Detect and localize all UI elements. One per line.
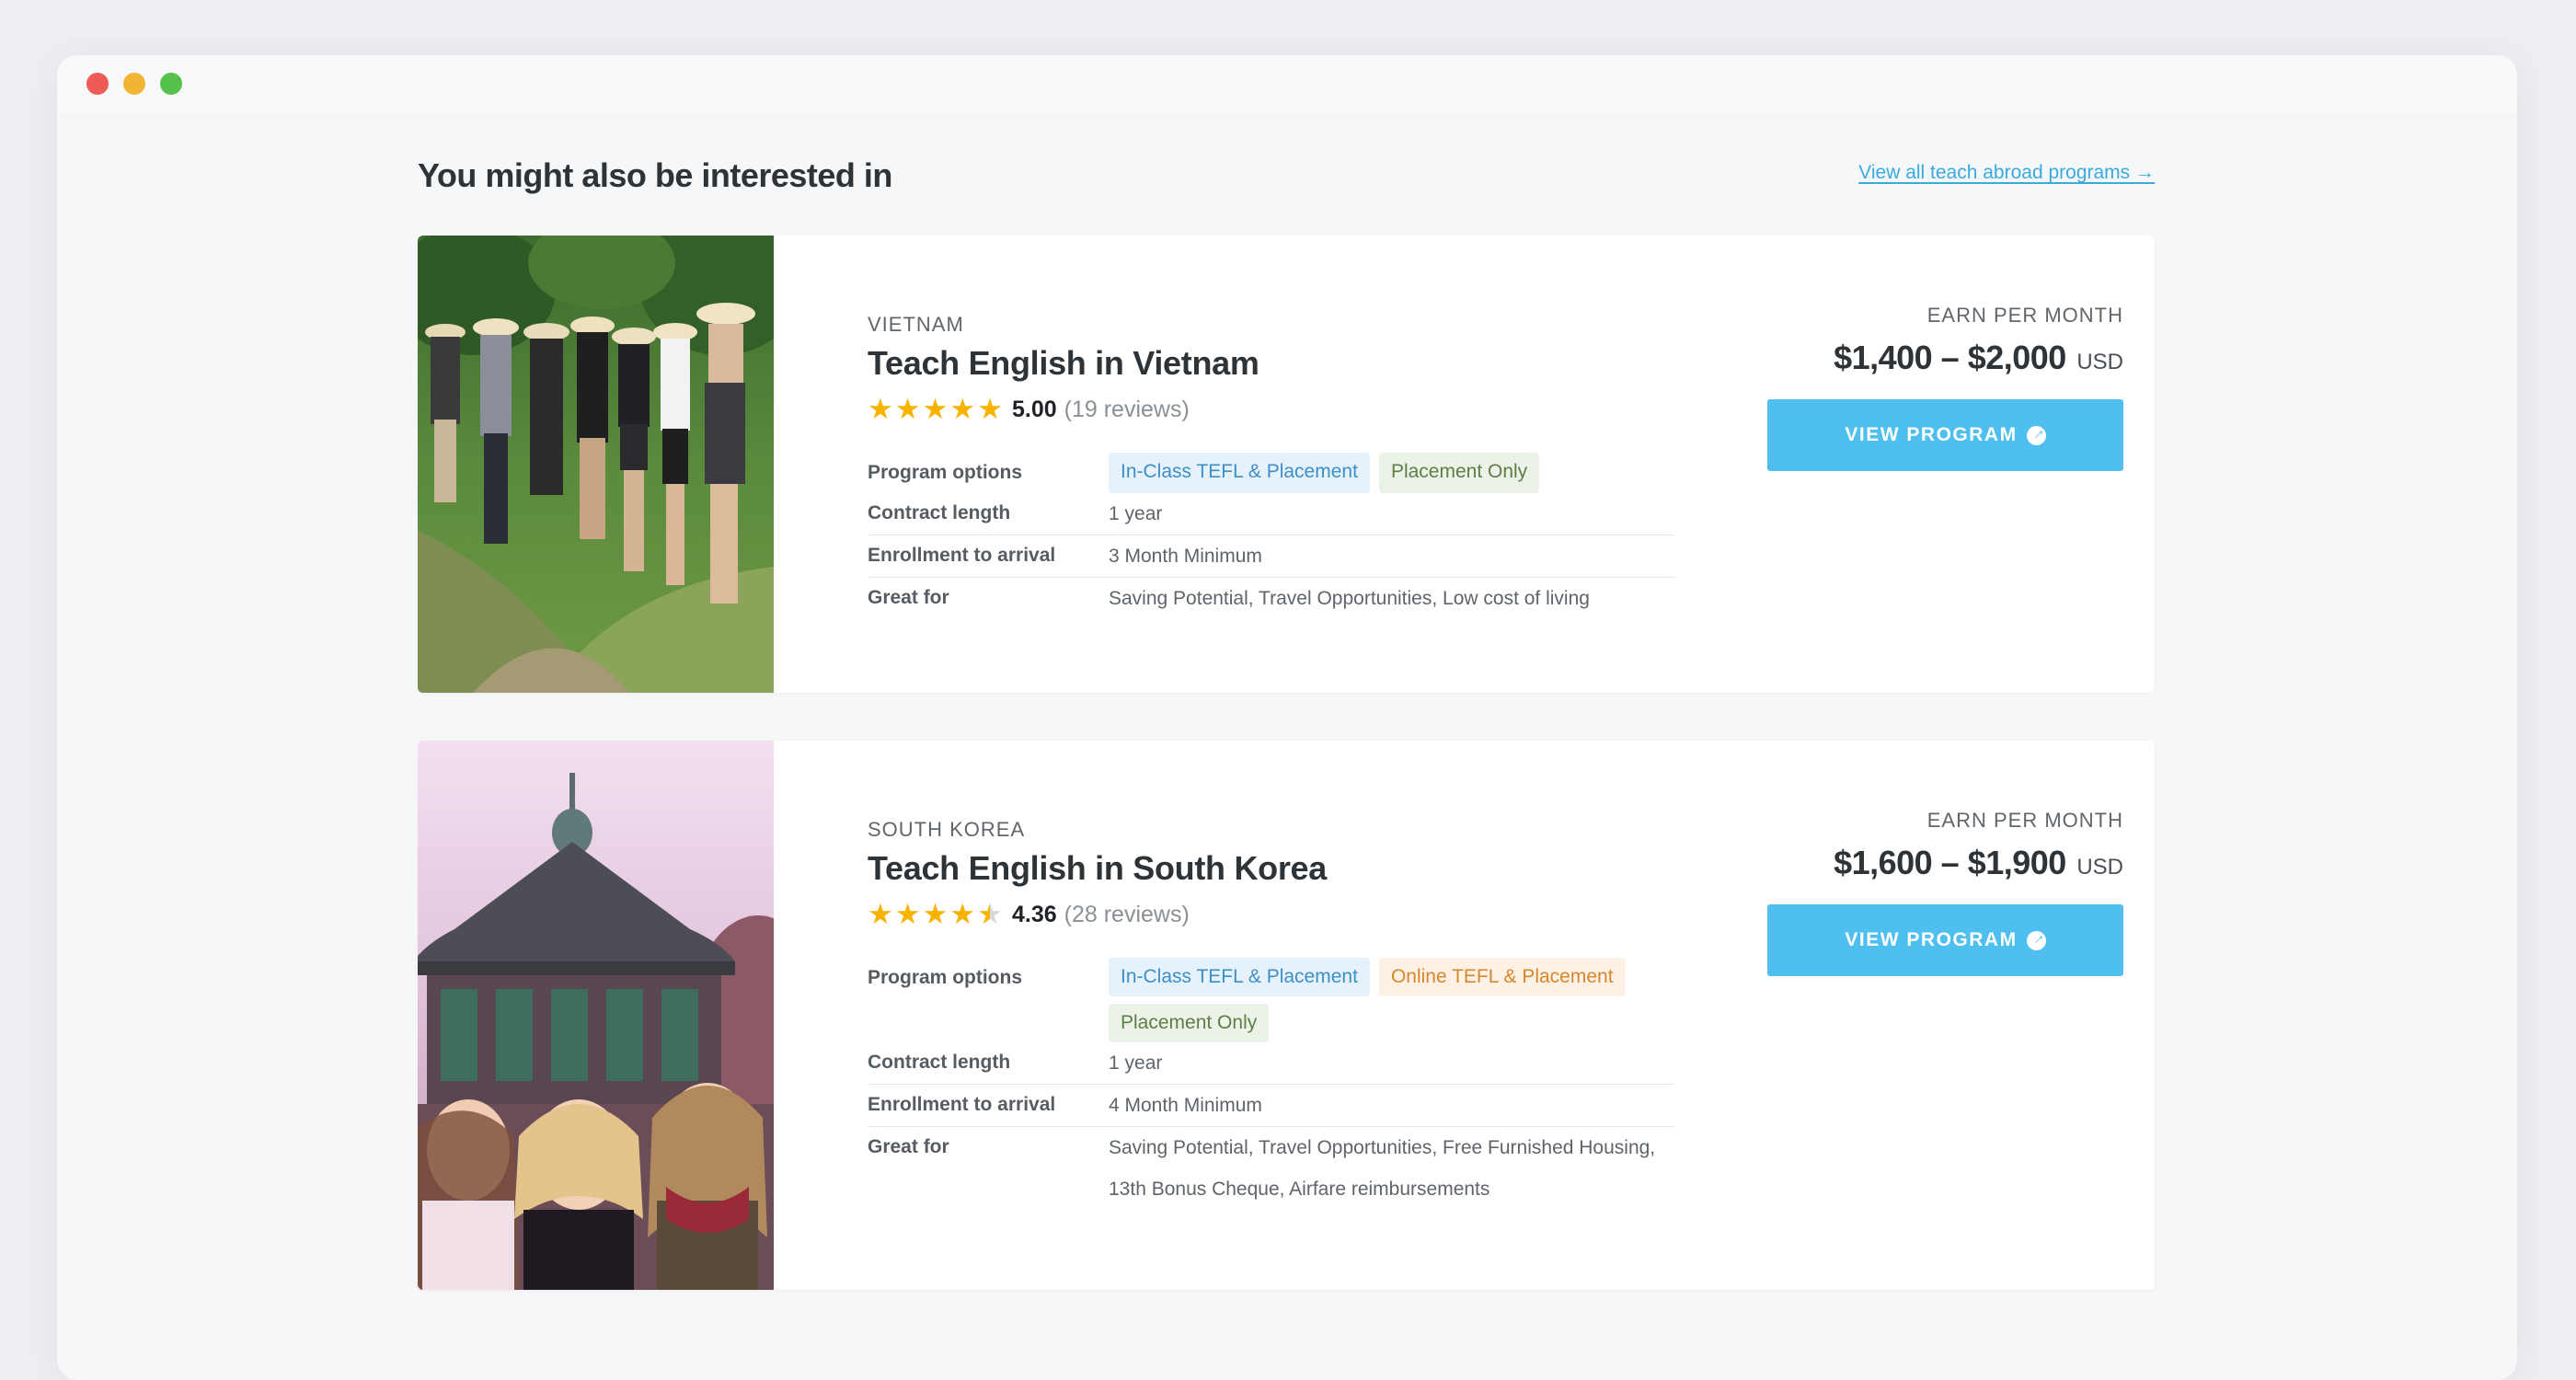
rating-row: ★ ★ ★ ★ ★ 5.00 (19 reviews) [868, 394, 1674, 425]
program-options-list: In-Class TEFL & Placement Placement Only [1109, 451, 1674, 493]
program-details: Program options In-Class TEFL & Placemen… [868, 956, 1674, 1217]
star-icon: ★ [868, 393, 893, 425]
star-rating: ★ ★ ★ ★ ★ [868, 393, 1003, 425]
star-icon: ★ [868, 898, 893, 930]
minimize-window-button[interactable] [123, 73, 145, 95]
price-range: $1,600 – $1,900 USD [1767, 844, 2123, 882]
program-country: SOUTH KOREA [868, 818, 1026, 841]
review-count[interactable]: (19 reviews) [1064, 397, 1190, 423]
half-star-icon: ★ [977, 898, 1003, 930]
star-icon: ★ [949, 393, 976, 425]
program-country: VIETNAM [868, 313, 964, 336]
program-info: SOUTH KOREA Teach English in South Korea… [868, 818, 1674, 1217]
program-photo[interactable] [418, 741, 774, 1290]
star-icon: ★ [922, 393, 949, 425]
star-icon: ★ [894, 898, 921, 930]
arrow-circle-icon [2026, 930, 2046, 950]
detail-label: Great for [868, 587, 949, 608]
detail-value: Saving Potential, Travel Opportunities, … [1109, 588, 1590, 609]
price-range: $1,400 – $2,000 USD [1767, 339, 2123, 377]
detail-value: 4 Month Minimum [1109, 1095, 1262, 1116]
detail-label: Enrollment to arrival [868, 1094, 1056, 1115]
detail-row-program-options: Program options In-Class TEFL & Placemen… [868, 956, 1674, 1042]
detail-value: Saving Potential, Travel Opportunities, … [1109, 1137, 1656, 1200]
detail-value: 1 year [1109, 1052, 1163, 1074]
rating-score: 5.00 [1011, 396, 1057, 422]
detail-label: Contract length [868, 1052, 1011, 1073]
view-program-button[interactable]: VIEW PROGRAM [1767, 904, 2123, 976]
detail-row-enrollment: Enrollment to arrival 3 Month Minimum [868, 535, 1674, 578]
detail-row-great-for: Great for Saving Potential, Travel Oppor… [868, 578, 1674, 619]
detail-label: Program options [868, 462, 1023, 483]
earn-label: EARN PER MONTH [1926, 809, 2123, 832]
program-title[interactable]: Teach English in South Korea [868, 849, 1674, 888]
star-icon: ★ [977, 393, 1003, 425]
close-window-button[interactable] [86, 73, 109, 95]
detail-label: Enrollment to arrival [868, 545, 1056, 566]
section-title: You might also be interested in [418, 156, 892, 194]
detail-value: 1 year [1109, 503, 1163, 524]
detail-value: 3 Month Minimum [1109, 546, 1262, 567]
rating-row: ★ ★ ★ ★ ★ 4.36 (28 reviews) [868, 899, 1674, 930]
program-title[interactable]: Teach English in Vietnam [868, 344, 1674, 383]
maximize-window-button[interactable] [160, 73, 182, 95]
view-all-programs-link[interactable]: View all teach abroad programs → [1858, 162, 2155, 184]
button-label: VIEW PROGRAM [1845, 424, 2018, 445]
earnings-panel: EARN PER MONTH $1,400 – $2,000 USD VIEW … [1767, 304, 2123, 471]
option-pill[interactable]: Online TEFL & Placement [1378, 958, 1626, 996]
price-value: $1,600 – $1,900 [1834, 844, 2066, 881]
arrow-circle-icon [2026, 425, 2046, 445]
earnings-panel: EARN PER MONTH $1,600 – $1,900 USD VIEW … [1767, 809, 2123, 976]
program-details: Program options In-Class TEFL & Placemen… [868, 451, 1674, 619]
price-currency: USD [2076, 350, 2123, 374]
option-pill[interactable]: Placement Only [1378, 453, 1540, 493]
detail-row-program-options: Program options In-Class TEFL & Placemen… [868, 451, 1674, 493]
price-currency: USD [2076, 855, 2123, 880]
group-photo-vietnam-image [418, 236, 774, 693]
view-program-button[interactable]: VIEW PROGRAM [1767, 399, 2123, 471]
review-count[interactable]: (28 reviews) [1064, 902, 1190, 928]
program-card-vietnam: VIETNAM Teach English in Vietnam ★ ★ ★ ★… [418, 236, 2155, 693]
rating-score: 4.36 [1011, 901, 1057, 927]
star-icon: ★ [894, 393, 921, 425]
detail-label: Contract length [868, 502, 1011, 523]
title-bar [57, 55, 2517, 114]
option-pill[interactable]: Placement Only [1109, 1004, 1270, 1042]
detail-label: Program options [868, 967, 1023, 988]
earn-label: EARN PER MONTH [1926, 304, 2123, 327]
detail-row-contract-length: Contract length 1 year [868, 1042, 1674, 1085]
detail-row-great-for: Great for Saving Potential, Travel Oppor… [868, 1127, 1674, 1217]
option-pill[interactable]: In-Class TEFL & Placement [1109, 958, 1370, 996]
program-options-list: In-Class TEFL & Placement Online TEFL & … [1109, 956, 1674, 1042]
detail-row-enrollment: Enrollment to arrival 4 Month Minimum [868, 1085, 1674, 1127]
program-info: VIETNAM Teach English in Vietnam ★ ★ ★ ★… [868, 313, 1674, 619]
browser-window: You might also be interested in View all… [57, 55, 2517, 1380]
option-pill[interactable]: In-Class TEFL & Placement [1109, 453, 1370, 493]
group-photo-korea-image [418, 741, 774, 1290]
button-label: VIEW PROGRAM [1845, 929, 2018, 950]
star-icon: ★ [922, 898, 949, 930]
star-icon: ★ [949, 898, 976, 930]
program-photo[interactable] [418, 236, 774, 693]
star-rating: ★ ★ ★ ★ ★ [868, 898, 1003, 930]
price-value: $1,400 – $2,000 [1834, 339, 2066, 376]
detail-row-contract-length: Contract length 1 year [868, 493, 1674, 535]
detail-label: Great for [868, 1136, 949, 1157]
program-card-south-korea: SOUTH KOREA Teach English in South Korea… [418, 741, 2155, 1290]
